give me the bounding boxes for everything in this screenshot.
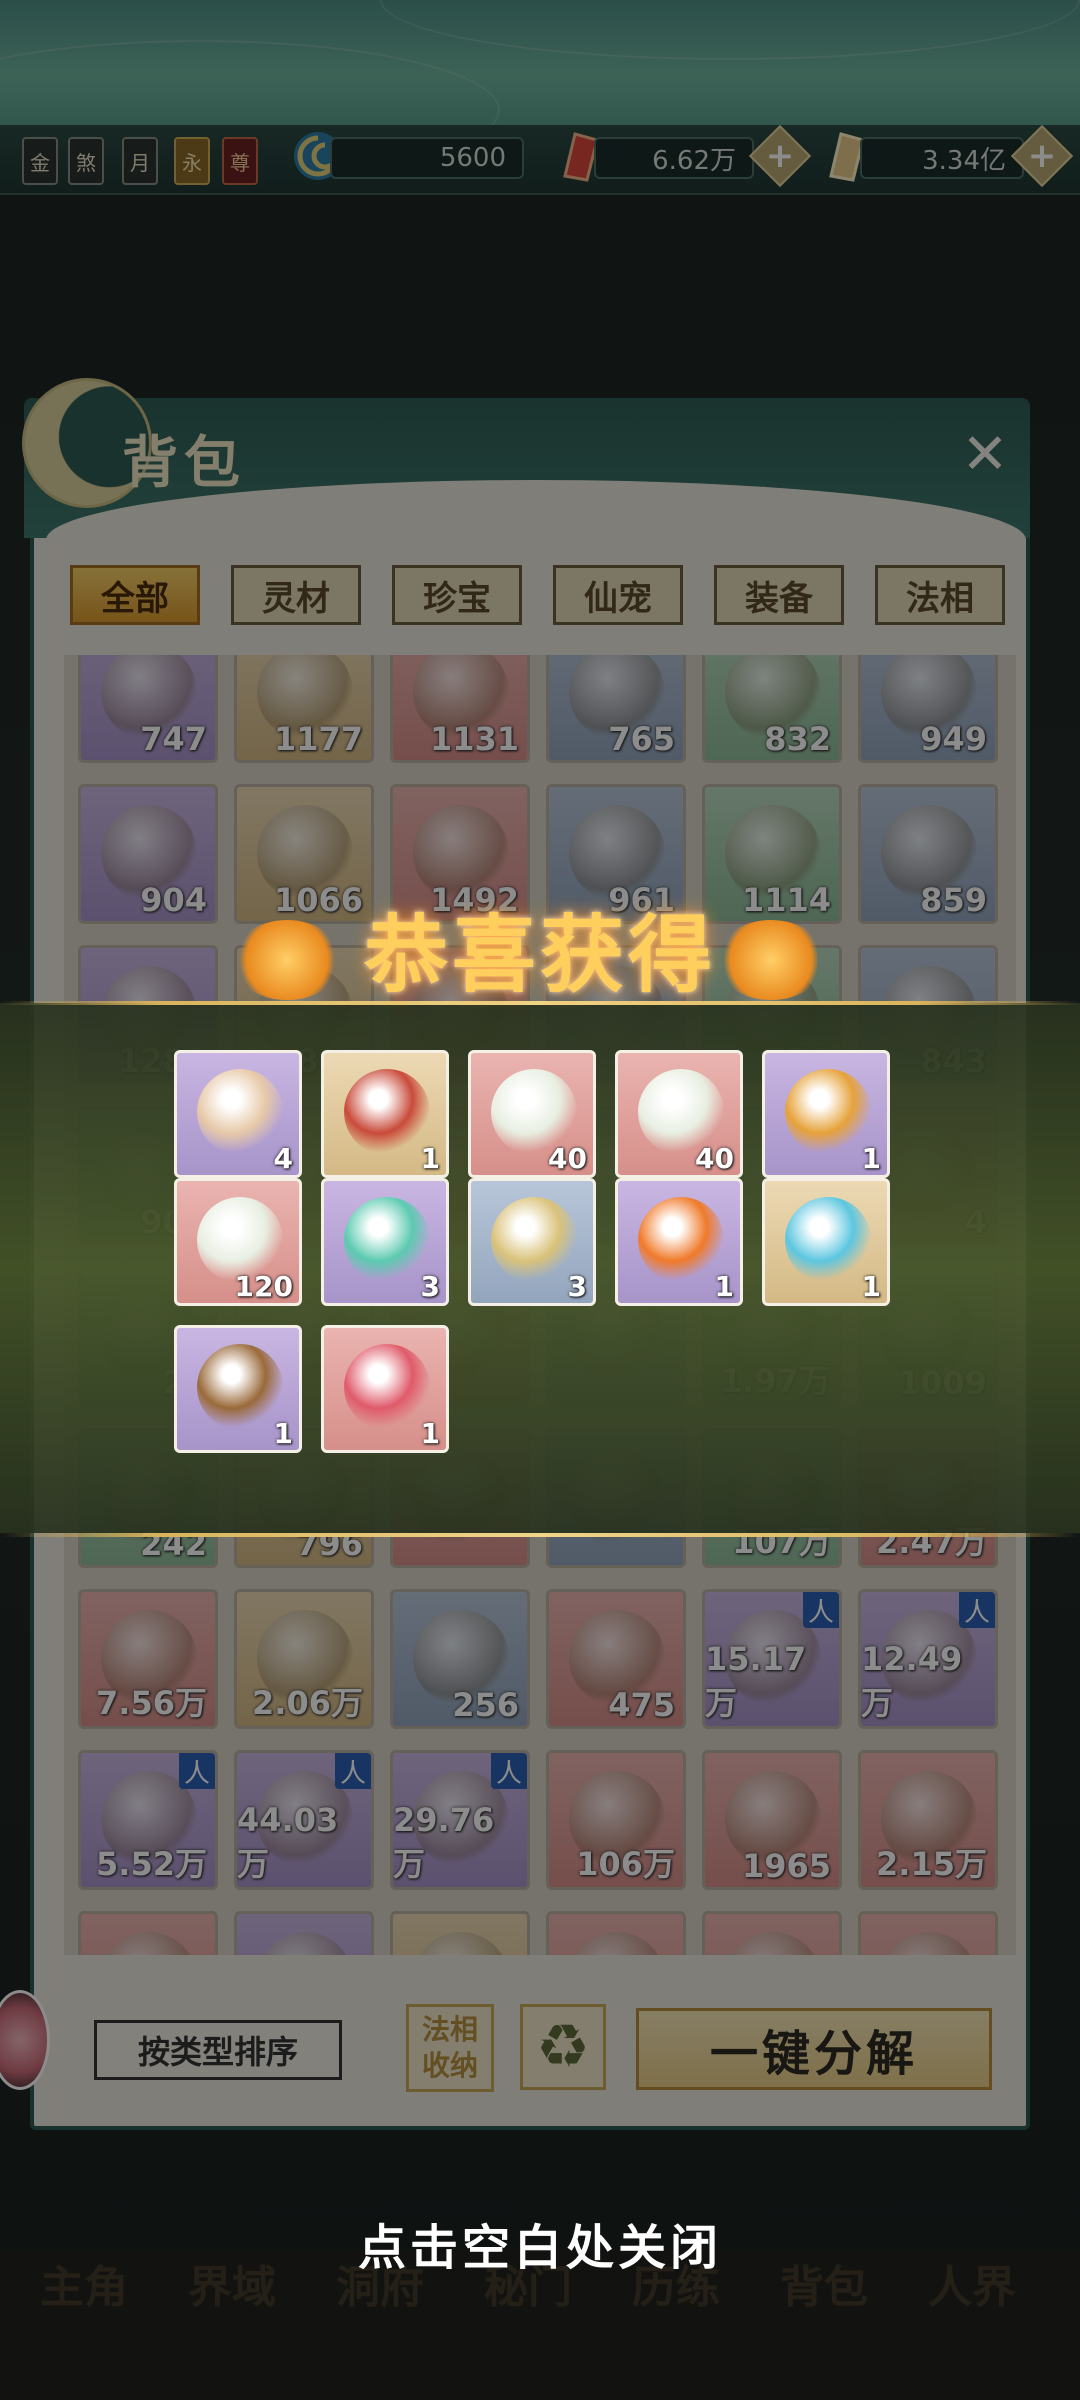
reward-item-cell[interactable]: 1 xyxy=(321,1050,449,1178)
reward-quantity: 1 xyxy=(714,1270,734,1303)
reward-item-cell[interactable]: 3 xyxy=(321,1178,449,1306)
reward-item-cell[interactable]: 1 xyxy=(762,1178,890,1306)
flame-icon xyxy=(638,1197,724,1283)
reward-quantity: 1 xyxy=(420,1142,440,1175)
reward-quantity: 120 xyxy=(234,1270,293,1303)
bottle-icon xyxy=(785,1197,871,1283)
reward-item-cell[interactable]: 120 xyxy=(174,1178,302,1306)
dragon-kite-icon xyxy=(344,1069,430,1155)
reward-bottom-border xyxy=(0,1533,1080,1537)
reward-item-cell[interactable]: 1 xyxy=(615,1178,743,1306)
reward-item-cell[interactable]: 1 xyxy=(762,1050,890,1178)
reward-quantity: 3 xyxy=(567,1270,587,1303)
reward-item-cell[interactable]: 3 xyxy=(468,1178,596,1306)
reward-item-cell[interactable]: 1 xyxy=(321,1325,449,1453)
reward-quantity: 1 xyxy=(273,1417,293,1450)
doll-icon xyxy=(197,1069,283,1155)
congrats-title: 恭喜获得 xyxy=(363,905,716,1004)
reward-item-cell[interactable]: 40 xyxy=(468,1050,596,1178)
jade-swirl-icon xyxy=(344,1197,430,1283)
reward-quantity: 4 xyxy=(273,1142,293,1175)
reward-quantity: 40 xyxy=(695,1142,734,1175)
tap-to-close-hint[interactable]: 点击空白处关闭 xyxy=(0,2208,1080,2278)
reward-quantity: 1 xyxy=(861,1270,881,1303)
reward-item-cell[interactable]: 40 xyxy=(615,1050,743,1178)
swallow-kite-icon xyxy=(344,1344,430,1430)
reward-quantity: 40 xyxy=(548,1142,587,1175)
bird-cage-icon xyxy=(197,1344,283,1430)
reward-item-cell[interactable]: 1 xyxy=(174,1325,302,1453)
reward-quantity: 1 xyxy=(861,1142,881,1175)
peacock-feather-icon xyxy=(785,1069,871,1155)
reward-quantity: 1 xyxy=(420,1417,440,1450)
reward-item-cell[interactable]: 4 xyxy=(174,1050,302,1178)
reward-quantity: 3 xyxy=(420,1270,440,1303)
vase-icon xyxy=(491,1197,577,1283)
